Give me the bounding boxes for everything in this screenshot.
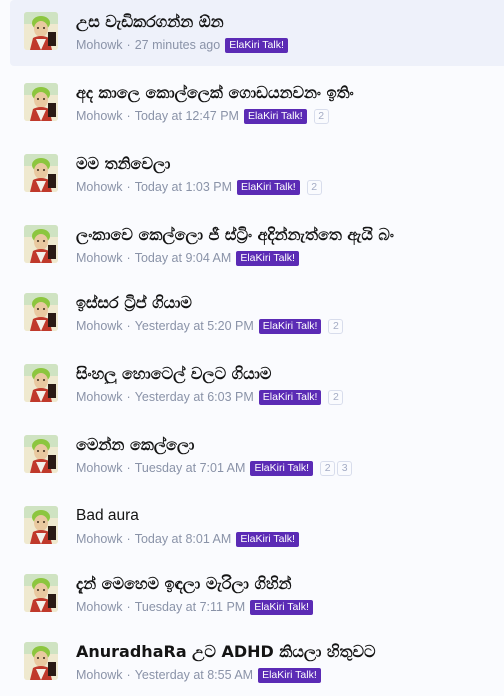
thread-row[interactable]: AnuradhaRa උට ADHD කියලා හිතුවට Mohowk ·… (10, 630, 504, 696)
thread-meta: Mohowk · Today at 1:03 PM ElaKiri Talk! … (76, 179, 322, 195)
avatar[interactable] (24, 506, 58, 544)
thread-time[interactable]: Today at 8:01 AM (135, 531, 232, 547)
thread-time[interactable]: Today at 9:04 AM (135, 250, 232, 266)
thread-author[interactable]: Mohowk (76, 599, 123, 615)
thread-author[interactable]: Mohowk (76, 37, 123, 53)
thread-meta: Mohowk · Today at 12:47 PM ElaKiri Talk!… (76, 108, 329, 124)
thread-title[interactable]: ලංකාවෙ කෙල්ලො ජී ස්ට්‍රිං අදින්නැත්තෙ ඇය… (76, 225, 496, 245)
meta-separator: · (126, 38, 131, 52)
thread-time[interactable]: Today at 12:47 PM (135, 108, 239, 124)
similar-threads-list: උස වැඩිකරගන්න ඕන Mohowk · 27 minutes ago… (0, 0, 504, 688)
meta-separator: · (126, 109, 131, 123)
prefix-badge[interactable]: ElaKiri Talk! (250, 599, 313, 615)
thread-time[interactable]: Yesterday at 5:20 PM (135, 318, 254, 334)
thread-time[interactable]: Tuesday at 7:01 AM (135, 460, 246, 476)
thread-author[interactable]: Mohowk (76, 250, 123, 266)
prefix-badge[interactable]: ElaKiri Talk! (250, 460, 314, 476)
meta-separator: · (126, 251, 131, 265)
prefix-badge[interactable]: ElaKiri Talk! (237, 179, 300, 195)
meta-separator: · (126, 600, 131, 614)
page-link[interactable]: 2 (328, 318, 344, 334)
thread-row[interactable]: උස වැඩිකරගන්න ඕන Mohowk · 27 minutes ago… (10, 0, 504, 66)
avatar[interactable] (24, 574, 58, 612)
prefix-badge[interactable]: ElaKiri Talk! (236, 250, 299, 266)
thread-meta: Mohowk · Today at 9:04 AM ElaKiri Talk! (76, 250, 299, 266)
meta-separator: · (126, 461, 131, 475)
thread-title[interactable]: දැන් මෙහෙම ඉඳලා මැරිලා ගිහින් (76, 574, 496, 594)
meta-separator: · (126, 668, 131, 682)
avatar[interactable] (24, 364, 58, 402)
thread-title[interactable]: AnuradhaRa උට ADHD කියලා හිතුවට (76, 642, 496, 662)
thread-row[interactable]: මෙන්න කෙල්ලො Mohowk · Tuesday at 7:01 AM… (10, 423, 504, 489)
thread-title[interactable]: අද කාලෙ කොල්ලෙක් ගොඩයනවනං ඉතිං (76, 83, 496, 103)
thread-author[interactable]: Mohowk (76, 179, 123, 195)
prefix-badge[interactable]: ElaKiri Talk! (258, 389, 322, 405)
thread-title[interactable]: Bad aura (76, 506, 496, 526)
thread-meta: Mohowk · 27 minutes ago ElaKiri Talk! (76, 37, 288, 53)
thread-author[interactable]: Mohowk (76, 318, 123, 334)
thread-title[interactable]: ඉස්සර ට්‍රිප් ගියාම (76, 293, 496, 313)
avatar[interactable] (24, 225, 58, 263)
avatar[interactable] (24, 154, 58, 192)
thread-meta: Mohowk · Yesterday at 8:55 AM ElaKiri Ta… (76, 667, 321, 683)
thread-meta: Mohowk · Yesterday at 5:20 PM ElaKiri Ta… (76, 318, 344, 334)
thread-meta: Mohowk · Yesterday at 6:03 PM ElaKiri Ta… (76, 389, 344, 405)
avatar[interactable] (24, 83, 58, 121)
page-link[interactable]: 2 (313, 108, 329, 124)
thread-row[interactable]: Bad aura Mohowk · Today at 8:01 AM ElaKi… (10, 494, 504, 560)
thread-time[interactable]: Today at 1:03 PM (135, 179, 232, 195)
prefix-badge[interactable]: ElaKiri Talk! (225, 37, 288, 53)
thread-row[interactable]: ඉස්සර ට්‍රිප් ගියාම Mohowk · Yesterday a… (10, 281, 504, 347)
meta-separator: · (126, 390, 131, 404)
thread-title[interactable]: සිංහලු හොටෙල් වලට ගියාම (76, 364, 496, 384)
avatar[interactable] (24, 293, 58, 331)
thread-row[interactable]: මම තනිවෙලා Mohowk · Today at 1:03 PM Ela… (10, 142, 504, 208)
thread-meta: Mohowk · Tuesday at 7:11 PM ElaKiri Talk… (76, 599, 313, 615)
thread-row[interactable]: අද කාලෙ කොල්ලෙක් ගොඩයනවනං ඉතිං Mohowk · … (10, 71, 504, 137)
thread-author[interactable]: Mohowk (76, 108, 123, 124)
avatar[interactable] (24, 642, 58, 680)
avatar[interactable] (24, 12, 58, 50)
thread-time[interactable]: 27 minutes ago (135, 37, 220, 53)
page-link[interactable]: 2 (328, 389, 344, 405)
prefix-badge[interactable]: ElaKiri Talk! (258, 318, 322, 334)
meta-separator: · (126, 180, 131, 194)
thread-row[interactable]: දැන් මෙහෙම ඉඳලා මැරිලා ගිහින් Mohowk · T… (10, 562, 504, 628)
page-link[interactable]: 3 (337, 460, 353, 476)
thread-row[interactable]: සිංහලු හොටෙල් වලට ගියාම Mohowk · Yesterd… (10, 352, 504, 418)
thread-author[interactable]: Mohowk (76, 531, 123, 547)
thread-author[interactable]: Mohowk (76, 389, 123, 405)
meta-separator: · (126, 319, 131, 333)
thread-author[interactable]: Mohowk (76, 460, 123, 476)
prefix-badge[interactable]: ElaKiri Talk! (236, 531, 299, 547)
avatar[interactable] (24, 435, 58, 473)
thread-title[interactable]: උස වැඩිකරගන්න ඕන (76, 12, 496, 32)
page-link[interactable]: 2 (320, 460, 336, 476)
thread-meta: Mohowk · Today at 8:01 AM ElaKiri Talk! (76, 531, 299, 547)
thread-time[interactable]: Tuesday at 7:11 PM (135, 599, 245, 615)
thread-time[interactable]: Yesterday at 6:03 PM (135, 389, 254, 405)
thread-row[interactable]: ලංකාවෙ කෙල්ලො ජී ස්ට්‍රිං අදින්නැත්තෙ ඇය… (10, 213, 504, 279)
thread-meta: Mohowk · Tuesday at 7:01 AM ElaKiri Talk… (76, 460, 353, 476)
meta-separator: · (126, 532, 131, 546)
thread-time[interactable]: Yesterday at 8:55 AM (135, 667, 253, 683)
prefix-badge[interactable]: ElaKiri Talk! (243, 108, 307, 124)
thread-title[interactable]: මම තනිවෙලා (76, 154, 496, 174)
prefix-badge[interactable]: ElaKiri Talk! (258, 667, 321, 683)
thread-title[interactable]: මෙන්න කෙල්ලො (76, 435, 496, 455)
page-link[interactable]: 2 (306, 179, 322, 195)
thread-author[interactable]: Mohowk (76, 667, 123, 683)
